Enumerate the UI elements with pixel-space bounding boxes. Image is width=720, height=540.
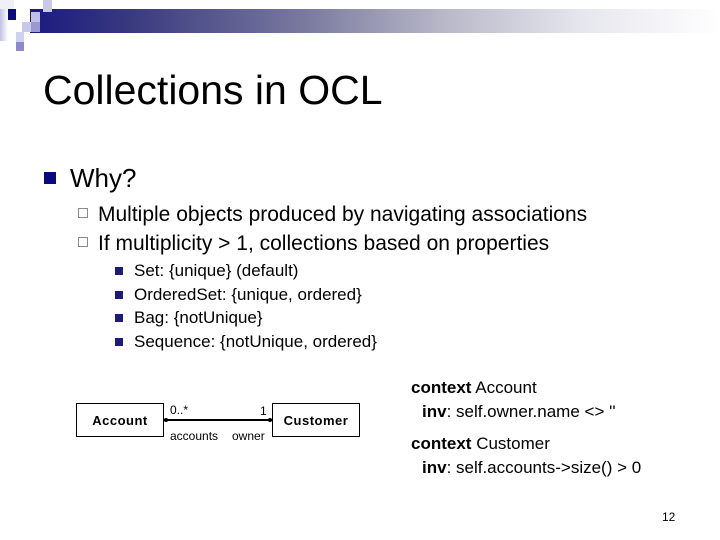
ocl-expression: : self.owner.name <> '' [446,402,616,421]
ocl-keyword: inv [422,402,447,421]
ocl-keyword: inv [422,458,447,477]
bullet-level3: Bag: {notUnique} [115,306,263,330]
bullet-level3: OrderedSet: {unique, ordered} [115,283,362,307]
header-gradient-bar [30,9,720,33]
slide-title: Collections in OCL [43,67,383,113]
ocl-context-line: context Customer [411,432,550,456]
page-number: 12 [662,510,676,524]
decor-square [16,32,24,42]
bullet-text: OrderedSet: {unique, ordered} [134,285,362,304]
decor-square [8,9,16,20]
filled-square-bullet-icon [115,290,123,299]
filled-square-bullet-icon [44,172,56,185]
bullet-level2: If multiplicity > 1, collections based o… [78,230,549,258]
bullet-text: If multiplicity > 1, collections based o… [98,232,550,255]
decor-square [0,9,8,41]
uml-class-customer: Customer [272,403,360,437]
ocl-invariant-line: inv: self.owner.name <> '' [422,400,616,424]
bullet-level2: Multiple objects produced by navigating … [78,201,587,229]
ocl-keyword: context [411,378,472,397]
association-end-dot [164,418,168,422]
filled-square-bullet-icon [115,313,123,322]
multiplicity-left: 0..* [170,403,189,417]
ocl-invariant-line: inv: self.accounts->size() > 0 [422,456,641,480]
filled-square-bullet-icon [115,337,123,346]
bullet-text: Multiple objects produced by navigating … [98,203,588,226]
role-right: owner [232,429,265,443]
decor-square [43,0,52,12]
uml-association-line [164,419,272,421]
bullet-text: Set: {unique} (default) [134,261,299,280]
decor-square [31,22,40,32]
filled-square-bullet-icon [115,266,123,275]
hollow-square-bullet-icon [78,237,88,248]
ocl-expression: : self.accounts->size() > 0 [446,458,642,477]
bullet-level1: Why? [44,163,136,193]
bullet-text: Why? [70,163,137,193]
uml-class-account: Account [76,403,164,437]
bullet-text: Sequence: {notUnique, ordered} [134,332,377,351]
hollow-square-bullet-icon [78,208,88,219]
bullet-text: Bag: {notUnique} [134,308,263,327]
decor-square [31,12,40,22]
role-left: accounts [170,429,219,443]
ocl-context-name: Customer [471,434,550,453]
bullet-level3: Set: {unique} (default) [115,259,298,283]
decor-square [22,22,31,32]
ocl-keyword: context [411,434,472,453]
decor-square [16,42,24,51]
ocl-context-name: Account [471,378,537,397]
ocl-context-line: context Account [411,376,537,400]
bullet-level3: Sequence: {notUnique, ordered} [115,330,377,354]
multiplicity-right: 1 [260,404,267,418]
decor-square [0,0,14,9]
